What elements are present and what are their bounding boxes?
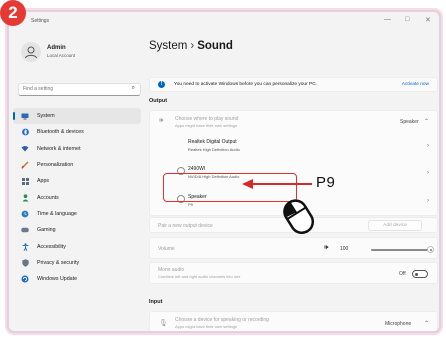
search-icon[interactable]: ⌕ xyxy=(132,85,135,92)
activation-message: You need to activate Windows before you … xyxy=(174,82,318,87)
mono-audio-row: Mono audio Combine left and right audio … xyxy=(149,262,438,284)
user-icon xyxy=(25,46,37,59)
sidebar-item-label: Bluetooth & devices xyxy=(37,129,84,136)
choose-output-subtitle: Apps might have their own settings xyxy=(175,123,238,128)
sidebar-item-personalization[interactable]: Personalization xyxy=(13,157,141,173)
search-input[interactable] xyxy=(23,86,123,92)
breadcrumb: System › Sound xyxy=(149,40,233,52)
sidebar-item-gaming[interactable]: Gaming xyxy=(13,222,141,238)
device-name: Realtek Digital Output xyxy=(188,139,237,145)
bluetooth-icon xyxy=(21,128,29,136)
microphone-icon: 🎙 xyxy=(159,320,168,327)
choose-output-title: Choose where to play sound xyxy=(175,116,239,122)
sidebar-item-label: Windows Update xyxy=(37,276,78,283)
chevron-right-icon: › xyxy=(427,143,429,149)
sidebar-item-windows-update[interactable]: Windows Update xyxy=(13,271,141,287)
sidebar-item-accessibility[interactable]: Accessibility xyxy=(13,238,141,254)
volume-icon[interactable]: 🕪 xyxy=(324,244,328,252)
globe-clock-icon xyxy=(21,210,29,218)
mono-audio-subtitle: Combine left and right audio channels in… xyxy=(158,274,241,279)
sidebar-item-bluetooth[interactable]: Bluetooth & devices xyxy=(13,124,141,140)
sidebar-item-label: Apps xyxy=(37,178,50,185)
sidebar-item-accounts[interactable]: Accounts xyxy=(13,189,141,205)
callout-label: P9 xyxy=(316,174,336,191)
title-bar: Settings — □ ✕ xyxy=(9,12,439,34)
sidebar-item-system[interactable]: System xyxy=(13,108,141,125)
search-box[interactable]: ⌕ xyxy=(18,83,141,96)
monitor-icon xyxy=(21,112,29,120)
chevron-up-icon[interactable]: ⌃ xyxy=(424,118,429,125)
selected-output-value: Speaker xyxy=(400,119,419,125)
mono-audio-toggle[interactable] xyxy=(412,270,428,278)
step-number-badge: 2 xyxy=(0,0,26,26)
breadcrumb-separator: › xyxy=(190,40,195,52)
chevron-right-icon: › xyxy=(427,198,429,204)
gamepad-icon xyxy=(21,226,29,234)
sidebar-item-label: Personalization xyxy=(37,162,74,169)
minimize-button[interactable]: — xyxy=(384,16,391,23)
device-name: 2490WI xyxy=(188,166,206,172)
input-device-card[interactable]: 🎙 Choose a device for speaking or record… xyxy=(149,311,438,331)
sidebar-item-label: Accounts xyxy=(37,194,59,201)
sidebar-item-time-language[interactable]: Time & language xyxy=(13,206,141,222)
sidebar-item-privacy[interactable]: Privacy & security xyxy=(13,255,141,271)
sidebar-item-label: System xyxy=(37,113,55,120)
person-icon xyxy=(21,194,29,202)
pointer-arrow xyxy=(242,179,312,189)
choose-input-title: Choose a device for speaking or recordin… xyxy=(175,317,269,323)
chevron-up-icon[interactable]: ⌃ xyxy=(424,320,429,327)
account-name: Admin xyxy=(47,45,66,51)
selected-input-value: Microphone xyxy=(385,321,412,327)
volume-slider-track[interactable] xyxy=(371,249,431,251)
mono-audio-state: Off xyxy=(399,271,406,277)
volume-row: Volume 🕪 100 xyxy=(149,237,438,259)
sidebar-nav: System Bluetooth & devices Network & int… xyxy=(13,108,141,287)
sidebar-item-label: Time & language xyxy=(37,210,77,217)
page-title: Sound xyxy=(197,40,233,52)
sidebar-item-label: Privacy & security xyxy=(37,259,80,266)
add-device-button[interactable]: Add device xyxy=(368,220,422,231)
wifi-icon xyxy=(21,145,29,153)
activate-now-link[interactable]: Activate now xyxy=(402,82,429,87)
breadcrumb-parent[interactable]: System xyxy=(149,40,187,52)
output-heading: Output xyxy=(149,98,168,104)
pair-device-label: Pair a new output device xyxy=(158,223,213,229)
maximize-button[interactable]: □ xyxy=(405,16,409,23)
mono-audio-title: Mono audio xyxy=(158,267,185,273)
choose-input-subtitle: Apps might have their own settings xyxy=(175,324,238,329)
speaker-icon: 🕪 xyxy=(159,117,164,124)
settings-window: Settings — □ ✕ Admin Local Account ⌕ Sys… xyxy=(8,11,440,332)
sidebar: Admin Local Account ⌕ System Bluetooth &… xyxy=(9,34,144,331)
volume-value: 100 xyxy=(340,246,349,252)
close-button[interactable]: ✕ xyxy=(425,16,431,24)
input-heading: Input xyxy=(149,299,163,305)
volume-control: 🕪 100 xyxy=(150,244,437,254)
sidebar-item-network[interactable]: Network & internet xyxy=(13,141,141,157)
shield-icon xyxy=(21,259,29,267)
sidebar-item-label: Network & internet xyxy=(37,145,81,152)
sidebar-item-label: Gaming xyxy=(37,227,56,234)
account-type: Local Account xyxy=(47,53,76,58)
activation-banner: ! You need to activate Windows before yo… xyxy=(149,77,438,92)
window-title: Settings xyxy=(31,18,50,24)
avatar xyxy=(21,42,41,62)
accessibility-icon xyxy=(21,242,29,251)
choose-output-row[interactable]: 🕪 Choose where to play sound Apps might … xyxy=(150,111,437,133)
apps-icon xyxy=(21,177,29,185)
volume-slider-thumb[interactable] xyxy=(427,246,434,253)
sidebar-item-label: Accessibility xyxy=(37,243,66,250)
sidebar-item-apps[interactable]: Apps xyxy=(13,173,141,189)
chevron-right-icon: › xyxy=(427,170,429,176)
info-icon: ! xyxy=(158,81,165,88)
brush-icon xyxy=(21,161,29,169)
device-description: P9 xyxy=(188,202,193,207)
output-device-row[interactable]: Realtek Digital Output Realtek High Defi… xyxy=(150,135,437,159)
mouse-click-icon xyxy=(283,199,315,235)
device-description: Realtek High Definition Audio xyxy=(188,147,240,152)
update-icon xyxy=(21,275,29,283)
